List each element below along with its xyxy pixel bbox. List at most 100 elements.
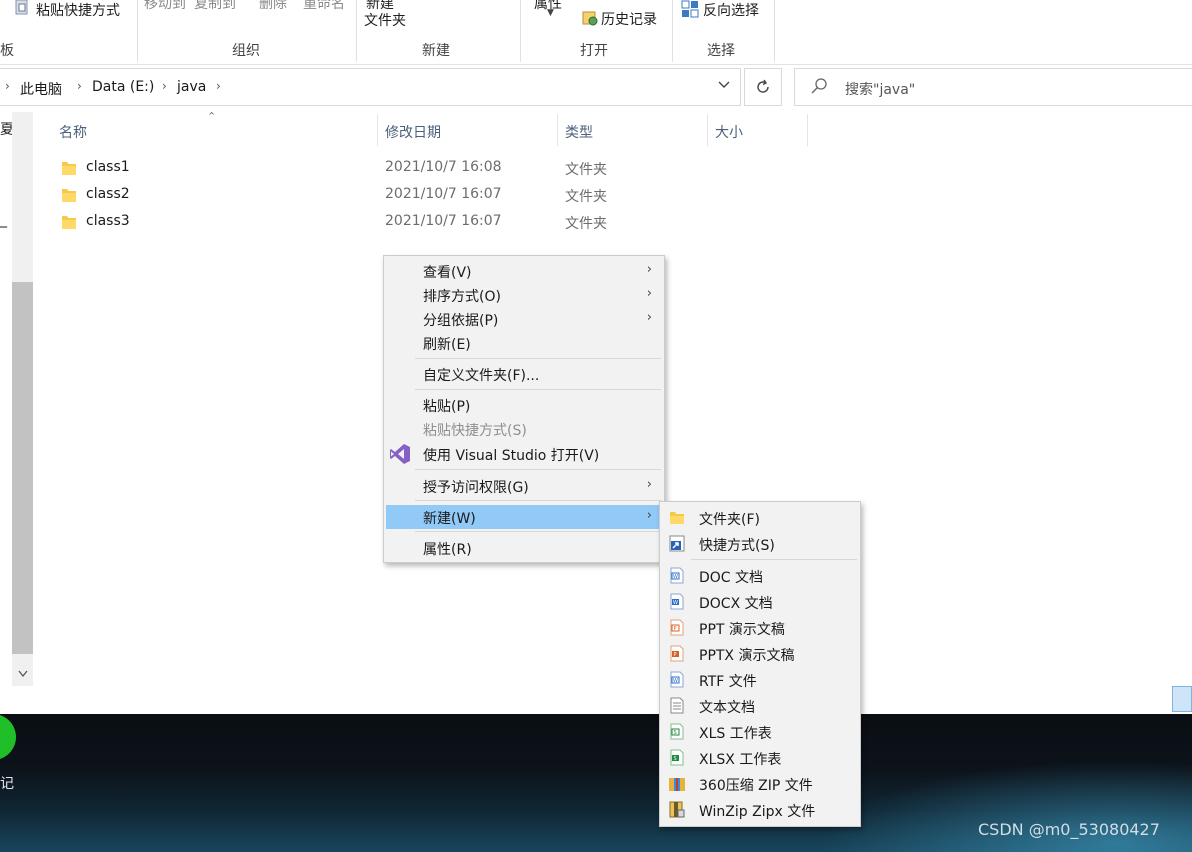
group-label-open: 打开 (580, 43, 608, 59)
menu-item-label: 查看(V) (423, 265, 472, 281)
chevron-right-icon[interactable]: › (216, 79, 221, 93)
submenu-item-pptx[interactable]: P PPTX 演示文稿 (662, 641, 858, 667)
word-document-icon: W (670, 567, 684, 584)
column-divider[interactable] (377, 114, 378, 146)
context-menu: 查看(V) › 排序方式(O) › 分组依据(P) › 刷新(E) 自定义文件夹… (383, 255, 665, 563)
file-row[interactable]: class2 2021/10/7 16:07 文件夹 (40, 182, 680, 208)
submenu-item-xls[interactable]: S XLS 工作表 (662, 719, 858, 745)
nav-item-fragment[interactable]: _ (0, 212, 7, 228)
move-to-button[interactable]: 移动到 (144, 0, 186, 13)
submenu-item-label: 文本文档 (699, 700, 755, 716)
chevron-down-icon[interactable]: ▼ (547, 8, 554, 18)
menu-item-view[interactable]: 查看(V) › (386, 259, 662, 283)
paste-shortcut-button[interactable]: 粘贴快捷方式 (36, 0, 120, 20)
invert-selection-button[interactable]: 反向选择 (703, 0, 759, 20)
chevron-right-icon[interactable]: › (162, 79, 167, 93)
menu-item-paste[interactable]: 粘贴(P) (386, 393, 662, 417)
nav-scrollbar-thumb[interactable] (12, 282, 33, 654)
ribbon: 粘贴快捷方式 移动到 复制到 删除 重命名 新建 文件夹 属性 ▼ 历史记录 反… (0, 0, 1192, 65)
folder-icon (670, 512, 684, 524)
search-input[interactable]: 搜索"java" (845, 79, 915, 99)
folder-icon (62, 189, 76, 202)
delete-button[interactable]: 删除 (259, 0, 287, 13)
submenu-item-360zip[interactable]: 360压缩 ZIP 文件 (662, 771, 858, 797)
scroll-down-arrow[interactable] (12, 664, 33, 684)
submenu-item-rtf[interactable]: W RTF 文件 (662, 667, 858, 693)
submenu-item-label: RTF 文件 (699, 674, 757, 690)
column-divider[interactable] (807, 114, 808, 146)
excel-document-icon: S (670, 749, 684, 766)
menu-item-label: 刷新(E) (423, 337, 471, 353)
submenu-item-ppt[interactable]: P PPT 演示文稿 (662, 615, 858, 641)
menu-item-label: 自定义文件夹(F)... (423, 368, 540, 384)
desktop-app-label[interactable]: 记 (0, 773, 14, 793)
file-date: 2021/10/7 16:08 (385, 159, 502, 175)
file-name[interactable]: class3 (86, 213, 130, 229)
column-divider[interactable] (707, 114, 708, 146)
chevron-down-icon (718, 81, 730, 88)
refresh-icon (757, 79, 769, 93)
menu-item-group-by[interactable]: 分组依据(P) › (386, 307, 662, 331)
file-name[interactable]: class1 (86, 159, 130, 175)
menu-item-customize-folder[interactable]: 自定义文件夹(F)... (386, 362, 662, 386)
file-row[interactable]: class1 2021/10/7 16:08 文件夹 (40, 155, 680, 181)
chevron-right-icon: › (646, 286, 652, 301)
submenu-item-label: 快捷方式(S) (699, 538, 775, 554)
column-header-size[interactable]: 大小 (715, 122, 743, 142)
file-row[interactable]: class3 2021/10/7 16:07 文件夹 (40, 209, 680, 235)
menu-item-label: 排序方式(O) (423, 289, 501, 305)
menu-item-label: 新建(W) (423, 511, 476, 527)
submenu-item-label: 文件夹(F) (699, 512, 760, 528)
menu-item-label: 粘贴(P) (423, 399, 471, 415)
column-header-date[interactable]: 修改日期 (385, 122, 441, 142)
submenu-item-shortcut[interactable]: 快捷方式(S) (662, 531, 858, 557)
history-icon (582, 11, 598, 26)
svg-text:S: S (674, 756, 677, 762)
submenu-item-winzip[interactable]: WinZip Zipx 文件 (662, 797, 858, 823)
details-view-toggle[interactable] (1172, 686, 1192, 712)
menu-item-give-access[interactable]: 授予访问权限(G) › (386, 474, 662, 498)
file-name[interactable]: class2 (86, 186, 130, 202)
file-date: 2021/10/7 16:07 (385, 213, 502, 229)
invert-selection-icon (681, 0, 699, 18)
chevron-right-icon: › (646, 508, 652, 523)
menu-separator (415, 500, 661, 501)
chevron-right-icon[interactable]: › (77, 79, 82, 93)
breadcrumb-this-pc[interactable]: 此电脑 (20, 79, 62, 99)
menu-item-open-visual-studio[interactable]: 使用 Visual Studio 打开(V) (386, 442, 662, 466)
menu-item-new[interactable]: 新建(W) › (386, 505, 662, 529)
rtf-document-icon: W (670, 671, 684, 688)
search-icon (811, 78, 827, 94)
new-folder-button-bottom[interactable]: 文件夹 (364, 10, 406, 30)
breadcrumb-java[interactable]: java (177, 79, 206, 95)
copy-to-button[interactable]: 复制到 (194, 0, 236, 13)
menu-item-sort-by[interactable]: 排序方式(O) › (386, 283, 662, 307)
file-date: 2021/10/7 16:07 (385, 186, 502, 202)
column-header-name[interactable]: 名称 (59, 122, 87, 142)
address-history-dropdown[interactable] (712, 76, 736, 98)
column-divider[interactable] (557, 114, 558, 146)
group-label-organize: 组织 (232, 43, 260, 59)
svg-text:S: S (674, 730, 677, 736)
submenu-item-doc[interactable]: W DOC 文档 (662, 563, 858, 589)
submenu-item-xlsx[interactable]: S XLSX 工作表 (662, 745, 858, 771)
file-type: 文件夹 (565, 189, 607, 205)
paste-shortcut-icon (15, 0, 28, 15)
history-button[interactable]: 历史记录 (601, 9, 657, 29)
svg-text:W: W (673, 678, 678, 684)
submenu-item-folder[interactable]: 文件夹(F) (662, 505, 858, 531)
menu-item-refresh[interactable]: 刷新(E) (386, 331, 662, 355)
breadcrumb-data-drive[interactable]: Data (E:) (92, 79, 154, 95)
column-header-type[interactable]: 类型 (565, 122, 593, 142)
ribbon-divider (520, 0, 521, 62)
refresh-button[interactable] (744, 68, 782, 106)
file-type: 文件夹 (565, 162, 607, 178)
new-submenu: 文件夹(F) 快捷方式(S) W DOC 文档 W DOCX 文档 P PPT … (659, 501, 861, 827)
menu-item-label: 使用 Visual Studio 打开(V) (423, 448, 600, 464)
rename-button[interactable]: 重命名 (303, 0, 345, 13)
submenu-item-label: XLSX 工作表 (699, 752, 782, 768)
menu-item-properties[interactable]: 属性(R) (386, 536, 662, 560)
submenu-item-docx[interactable]: W DOCX 文档 (662, 589, 858, 615)
chevron-right-icon[interactable]: › (5, 79, 10, 93)
submenu-item-text[interactable]: 文本文档 (662, 693, 858, 719)
